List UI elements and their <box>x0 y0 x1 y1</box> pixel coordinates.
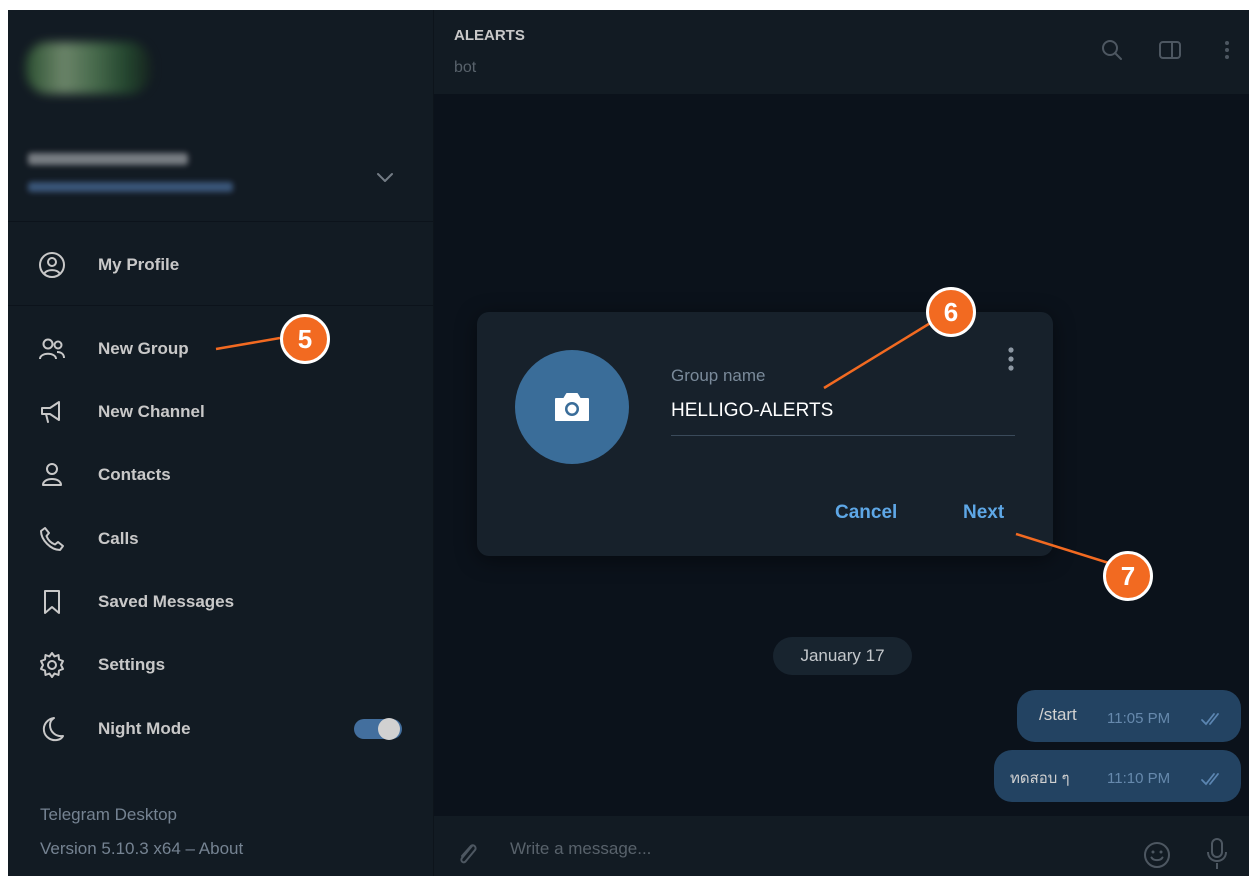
new-group-dialog: Group name HELLIGO-ALERTS Cancel Next <box>477 312 1053 556</box>
group-name-label: Group name <box>671 366 766 385</box>
more-vertical-icon[interactable] <box>999 342 1023 376</box>
cancel-button[interactable]: Cancel <box>835 502 897 524</box>
step-badge-5: 5 <box>280 314 330 364</box>
camera-icon <box>555 393 589 421</box>
group-photo-upload[interactable] <box>515 350 629 464</box>
telegram-window: My Profile New Group New Channel Contact… <box>8 10 1249 876</box>
group-name-input[interactable]: HELLIGO-ALERTS <box>671 400 833 422</box>
step-badge-7: 7 <box>1103 551 1153 601</box>
input-underline <box>671 435 1015 436</box>
next-button[interactable]: Next <box>963 502 1004 524</box>
step-badge-6: 6 <box>926 287 976 337</box>
